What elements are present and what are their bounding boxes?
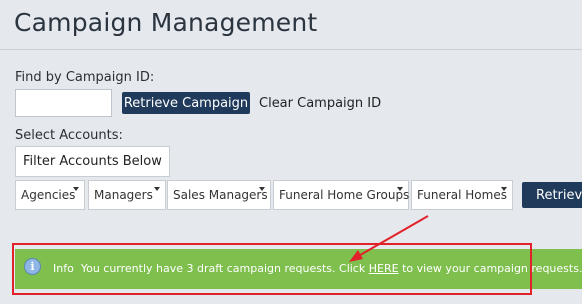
chevron-down-icon [259, 187, 265, 191]
retrieve-campaign-button[interactable]: Retrieve Campaign [122, 92, 250, 114]
page-title: Campaign Management [14, 8, 318, 37]
campaign-id-input[interactable] [15, 89, 112, 117]
funeral-homes-dropdown-label: Funeral Homes [417, 188, 507, 202]
title-divider [0, 49, 582, 50]
managers-dropdown-label: Managers [94, 188, 153, 202]
info-suffix: to view your campaign requests. [402, 262, 582, 275]
info-banner-text: Info You currently have 3 draft campaign… [53, 262, 582, 275]
clear-campaign-id-button[interactable]: Clear Campaign ID [259, 96, 381, 111]
sales-managers-dropdown[interactable]: Sales Managers [167, 180, 271, 210]
managers-dropdown[interactable]: Managers [88, 180, 166, 210]
funeral-homes-dropdown[interactable]: Funeral Homes [411, 180, 513, 210]
chevron-down-icon [397, 187, 403, 191]
here-link[interactable]: HERE [369, 262, 399, 275]
funeral-home-groups-dropdown[interactable]: Funeral Home Groups [273, 180, 409, 210]
info-message: You currently have 3 draft campaign requ… [80, 262, 366, 275]
sales-managers-dropdown-label: Sales Managers [173, 188, 268, 202]
info-icon: i [24, 258, 41, 275]
chevron-down-icon [73, 187, 79, 191]
info-prefix: Info [53, 262, 74, 275]
agencies-dropdown[interactable]: Agencies [15, 180, 85, 210]
select-accounts-label: Select Accounts: [15, 128, 123, 143]
chevron-down-icon [154, 187, 160, 191]
filter-accounts-box: Filter Accounts Below [15, 146, 170, 177]
agencies-dropdown-label: Agencies [21, 188, 76, 202]
funeral-home-groups-dropdown-label: Funeral Home Groups [279, 188, 410, 202]
chevron-down-icon [501, 187, 507, 191]
retrieve-accounts-button[interactable]: Retrieve [522, 182, 582, 208]
find-by-campaign-id-label: Find by Campaign ID: [15, 70, 155, 85]
